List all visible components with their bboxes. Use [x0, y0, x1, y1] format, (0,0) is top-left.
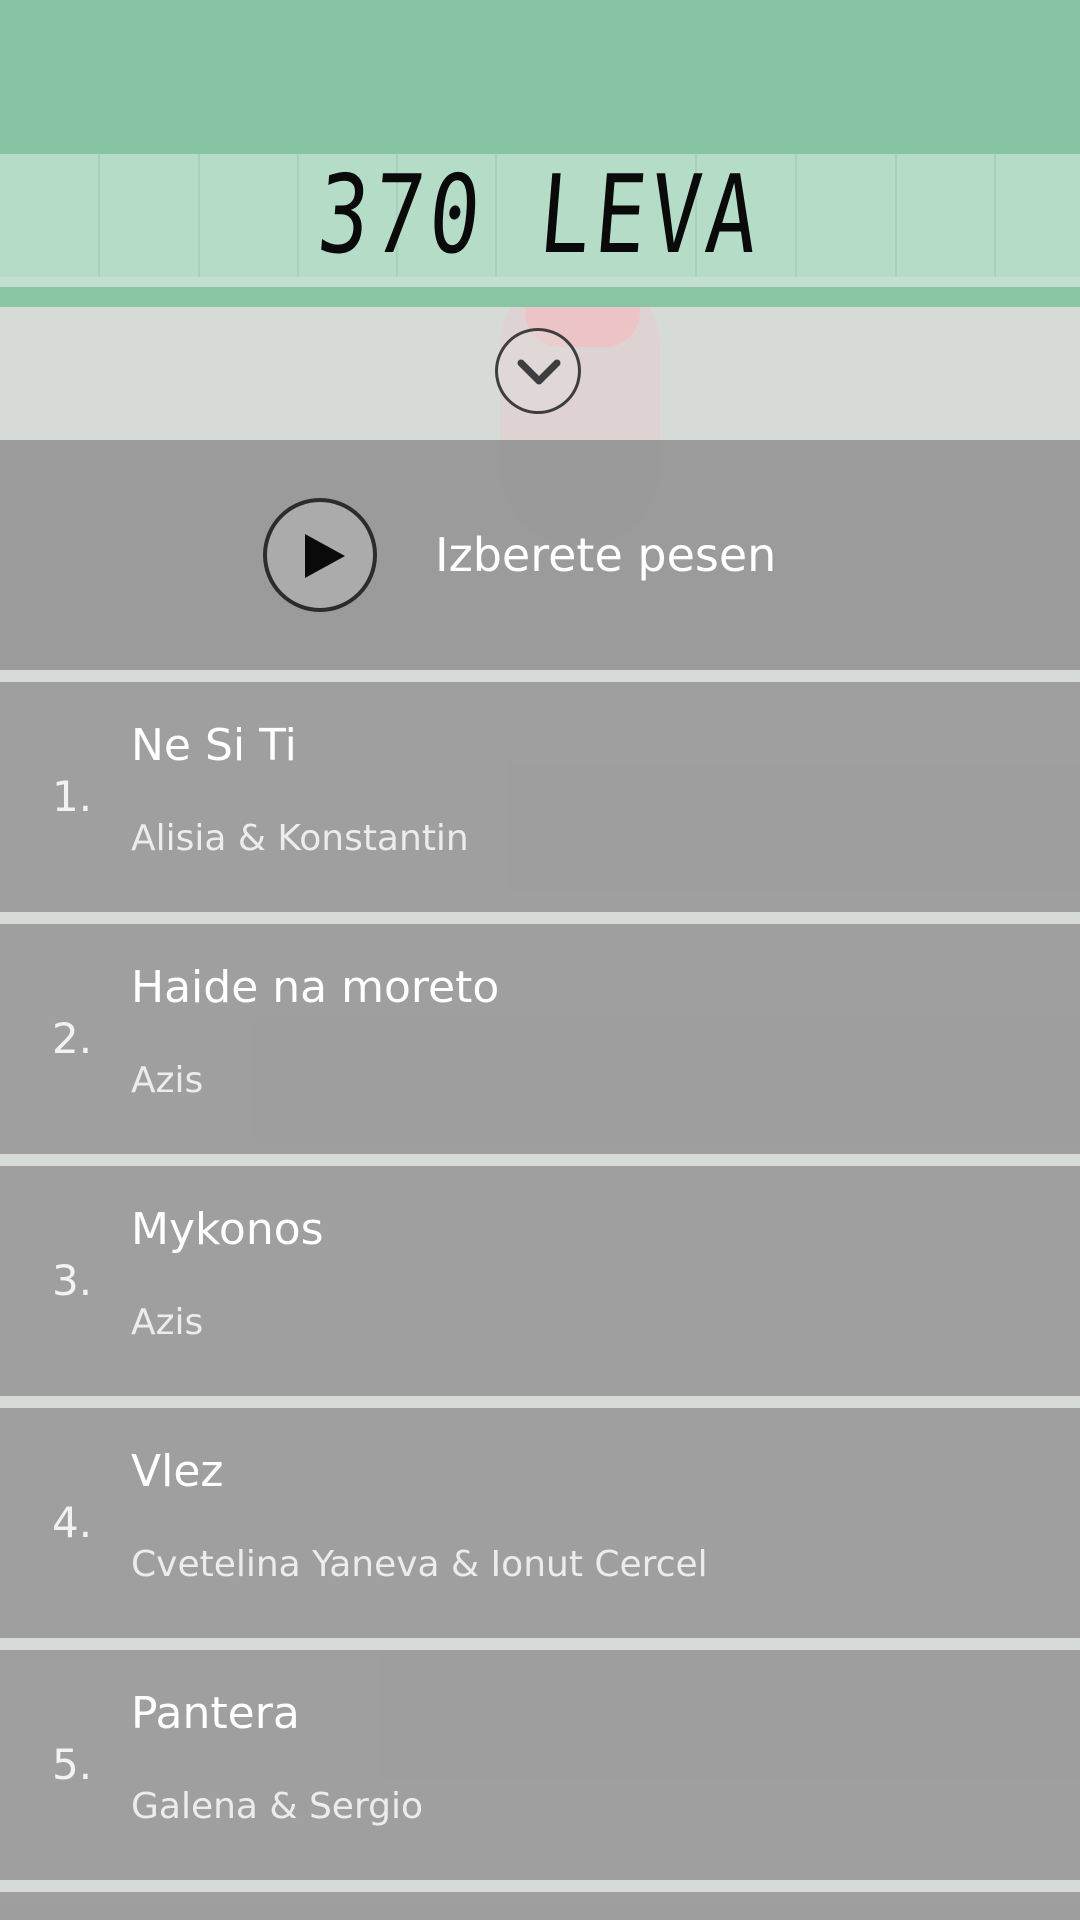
- money-counter: 370 LEVA: [313, 153, 767, 278]
- song-number: 4.: [52, 1498, 93, 1547]
- chevron-down-icon: [517, 359, 561, 385]
- song-number: 5.: [52, 1740, 93, 1789]
- song-row-2[interactable]: 2. Haide na moreto Azis: [0, 924, 1080, 1154]
- strip-divider: [98, 154, 100, 277]
- play-button[interactable]: [263, 498, 377, 612]
- song-title: Pantera: [131, 1688, 300, 1739]
- song-title: Mykonos: [131, 1204, 324, 1255]
- song-artist: Azis: [131, 1302, 204, 1343]
- song-artist: Cvetelina Yaneva & Ionut Cercel: [131, 1544, 708, 1585]
- song-number: 2.: [52, 1014, 93, 1063]
- counter-shadow: [0, 277, 1080, 287]
- song-title: Ne Si Ti: [131, 720, 297, 771]
- counter-base: [0, 287, 1080, 307]
- song-row-1[interactable]: 1. Ne Si Ti Alisia & Konstantin: [0, 682, 1080, 912]
- top-bar: [0, 0, 1080, 154]
- song-row-partial: [0, 1892, 1080, 1920]
- song-title: Haide na moreto: [131, 962, 500, 1013]
- song-row-4[interactable]: 4. Vlez Cvetelina Yaneva & Ionut Cercel: [0, 1408, 1080, 1638]
- play-icon: [305, 534, 345, 578]
- strip-divider: [994, 154, 996, 277]
- song-row-3[interactable]: 3. Mykonos Azis: [0, 1166, 1080, 1396]
- song-row-5[interactable]: 5. Pantera Galena & Sergio: [0, 1650, 1080, 1880]
- song-number: 3.: [52, 1256, 93, 1305]
- now-playing-bar[interactable]: Izberete pesen: [0, 440, 1080, 670]
- now-playing-label: Izberete pesen: [435, 528, 777, 582]
- song-artist: Alisia & Konstantin: [131, 818, 469, 859]
- song-artist: Galena & Sergio: [131, 1786, 423, 1827]
- collapse-button[interactable]: [495, 328, 581, 414]
- song-number: 1.: [52, 772, 93, 821]
- song-artist: Azis: [131, 1060, 204, 1101]
- screen: 370 LEVA Izberete pesen 1. Ne Si Ti Alis…: [0, 0, 1080, 1920]
- song-title: Vlez: [131, 1446, 224, 1497]
